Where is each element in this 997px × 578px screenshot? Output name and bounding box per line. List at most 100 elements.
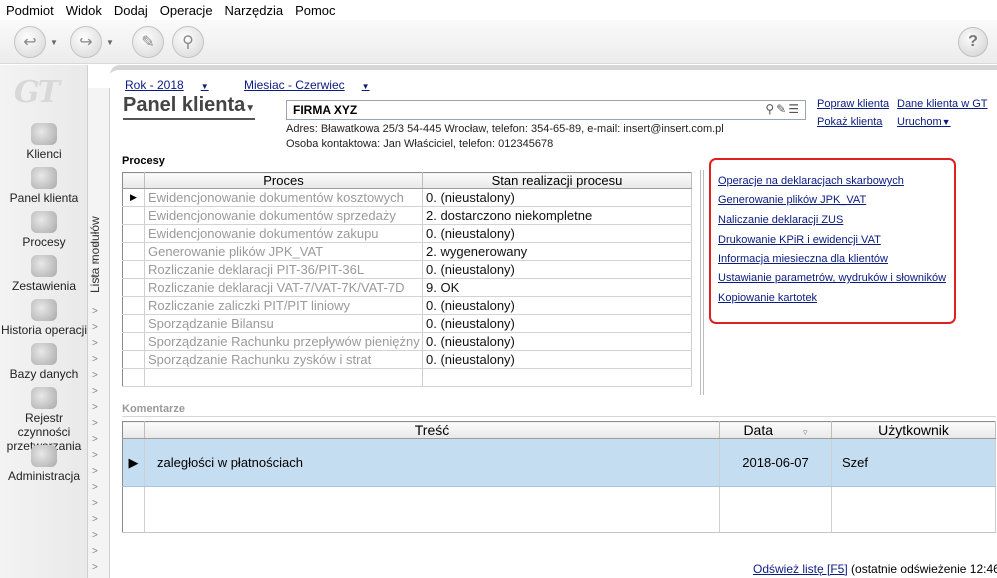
table-row-empty — [122, 368, 692, 387]
chevron-right-icon: > — [92, 322, 98, 333]
sidebar-item-procesy[interactable]: Procesy — [0, 211, 88, 249]
sidebar-item-bazy[interactable]: Bazy danych — [0, 343, 88, 381]
module-list-label: Lista modułów — [88, 216, 102, 293]
operation-link-zus[interactable]: Naliczanie deklaracji ZUS — [718, 214, 843, 226]
back-dropdown-icon[interactable]: ▼ — [50, 38, 58, 47]
processes-label: Procesy — [122, 155, 165, 167]
table-row[interactable]: Rozliczanie deklaracji VAT-7/VAT-7K/VAT-… — [122, 278, 692, 297]
search-user-icon[interactable]: ⚲ — [172, 26, 204, 58]
sidebar-item-historia[interactable]: Historia operacji — [0, 299, 88, 337]
client-name: FIRMA XYZ — [293, 103, 358, 117]
show-client-link[interactable]: Pokaż klienta — [817, 116, 882, 128]
operation-link-deklaracje[interactable]: Operacje na deklaracjach skarbowych — [718, 175, 904, 187]
chevron-down-icon: ▼ — [941, 117, 951, 127]
back-icon[interactable]: ↩ — [14, 26, 46, 58]
chevron-right-icon: > — [92, 434, 98, 445]
column-header-data[interactable]: Data ▿ — [719, 421, 832, 439]
chevron-right-icon: > — [92, 338, 98, 349]
forward-dropdown-icon[interactable]: ▼ — [106, 38, 114, 47]
user-icon — [31, 123, 57, 145]
processes-table: Proces Stan realizacji procesu ▶ Ewidencj… — [122, 172, 692, 387]
chevron-right-icon: > — [92, 354, 98, 365]
sidebar-item-label: Klienci — [26, 147, 62, 161]
chevron-right-icon: > — [92, 498, 98, 509]
table-row[interactable]: Ewidencjonowanie dokumentów zakupu 0. (ni… — [122, 224, 692, 243]
table-row[interactable]: Sporządzanie Rachunku zysków i strat 0. (… — [122, 350, 692, 369]
chevron-right-icon: > — [92, 514, 98, 525]
gt-logo: GT — [14, 75, 60, 110]
sidebar-item-panel-klienta[interactable]: Panel klienta — [0, 167, 88, 205]
chevron-right-icon: > — [92, 450, 98, 461]
run-dropdown[interactable]: Uruchom▼ — [897, 116, 951, 128]
menu-narzedzia[interactable]: Narzędzia — [225, 3, 284, 18]
table-row-empty — [122, 486, 996, 533]
month-dropdown[interactable]: Miesiac - Czerwiec ▼ — [244, 78, 386, 92]
refresh-info: Odśwież listę [F5] (ostatnie odświeżenie… — [753, 562, 997, 576]
sidebar-item-administracja[interactable]: Administracja — [0, 445, 88, 483]
forward-icon[interactable]: ↪ — [70, 26, 102, 58]
module-list-panel[interactable]: > > > Lista modułów > > > > > > > > > > … — [88, 88, 110, 578]
chevron-right-icon: > — [92, 370, 98, 381]
column-header-proces[interactable]: Proces — [144, 172, 423, 189]
menu-dodaj[interactable]: Dodaj — [114, 3, 148, 18]
table-row[interactable]: Ewidencjonowanie dokumentów sprzedaży 2. … — [122, 206, 692, 225]
sidebar-item-label: Administracja — [7, 469, 81, 483]
search-icon[interactable]: ⚲ — [765, 102, 776, 116]
table-row[interactable]: Rozliczanie deklaracji PIT-36/PIT-36L 0. … — [122, 260, 692, 279]
row-selector-icon: ▶ — [122, 438, 145, 487]
client-data-gt-link[interactable]: Dane klienta w GT — [897, 98, 987, 110]
page-title[interactable]: Panel klienta▼ — [123, 94, 256, 120]
period-selector: Rok - 2018 ▼ Miesiac - Czerwiec ▼ — [125, 78, 402, 92]
operation-link-parametry[interactable]: Ustawianie parametrów, wydruków i słowni… — [718, 272, 946, 284]
sidebar-item-label: Bazy danych — [9, 367, 79, 381]
sidebar-item-label: Procesy — [22, 235, 66, 249]
table-row[interactable]: ▶ Ewidencjonowanie dokumentów kosztowych 0… — [122, 188, 692, 207]
chevron-right-icon: > — [92, 482, 98, 493]
menu-widok[interactable]: Widok — [66, 3, 102, 18]
database-icon — [31, 343, 57, 365]
menu-podmiot[interactable]: Podmiot — [6, 3, 54, 18]
edit-icon[interactable]: ✎ — [776, 102, 788, 116]
list-icon[interactable]: ☰ — [788, 102, 801, 116]
client-address: Adres: Bławatkowa 25/3 54-445 Wrocław, t… — [286, 123, 724, 135]
table-row[interactable]: Sporządzanie Bilansu 0. (nieustalony) — [122, 314, 692, 333]
edit-client-link[interactable]: Popraw klienta — [817, 98, 889, 110]
help-icon[interactable]: ? — [958, 27, 988, 57]
register-icon — [31, 387, 57, 409]
menu-pomoc[interactable]: Pomoc — [295, 3, 335, 18]
sidebar-item-rejestr[interactable]: Rejestr czynności przetwarzania — [0, 387, 88, 453]
comments-table: Treść Data ▿ Użytkownik ▶ zaległości w pł… — [122, 421, 996, 533]
chevron-right-icon: > — [92, 562, 98, 573]
chevron-right-icon: > — [92, 386, 98, 397]
column-header-stan[interactable]: Stan realizacji procesu — [422, 172, 692, 189]
chevron-right-icon: > — [92, 466, 98, 477]
sidebar-item-klienci[interactable]: Klienci — [0, 123, 88, 161]
operation-link-kartoteki[interactable]: Kopiowanie kartotek — [718, 292, 817, 304]
operation-link-kpir[interactable]: Drukowanie KPiR i ewidencji VAT — [718, 234, 881, 246]
client-contact: Osoba kontaktowa: Jan Właściciel, telefo… — [286, 138, 554, 150]
sidebar-item-label: Zestawienia — [11, 279, 77, 293]
table-row[interactable]: Generowanie plików JPK_VAT 2. wygenerowan… — [122, 242, 692, 261]
refresh-link[interactable]: Odśwież listę [F5] — [753, 562, 848, 576]
sidebar-item-zestawienia[interactable]: Zestawienia — [0, 255, 88, 293]
chevron-right-icon: > — [92, 530, 98, 541]
operation-link-informacja[interactable]: Informacja miesieczna dla klientów — [718, 253, 888, 265]
brush-icon[interactable]: ✎ — [132, 26, 164, 58]
sidebar-item-label: Panel klienta — [9, 191, 79, 205]
table-row[interactable]: Sporządzanie Rachunku przepływów pienięż… — [122, 332, 692, 351]
menu-operacje[interactable]: Operacje — [160, 3, 213, 18]
table-row[interactable]: ▶ zaległości w płatnościach 2018-06-07 S… — [122, 438, 996, 487]
client-name-field[interactable]: FIRMA XYZ ⚲✎☰ — [286, 100, 806, 120]
operations-panel: Operacje na deklaracjach skarbowych Gene… — [709, 158, 956, 324]
stack-icon — [31, 255, 57, 277]
operation-link-jpk[interactable]: Generowanie plików JPK_VAT — [718, 194, 866, 206]
table-row[interactable]: Rozliczanie zaliczki PIT/PIT liniowy 0. (… — [122, 296, 692, 315]
splitter[interactable] — [700, 170, 704, 395]
row-selector-icon: ▶ — [122, 188, 145, 207]
column-header-tresc[interactable]: Treść — [144, 421, 720, 439]
comments-label: Komentarze — [122, 403, 185, 415]
year-dropdown[interactable]: Rok - 2018 ▼ — [125, 78, 225, 92]
sidebar-item-label: Historia operacji — [0, 323, 88, 337]
chevron-right-icon: > — [92, 418, 98, 429]
column-header-uzytkownik[interactable]: Użytkownik — [831, 421, 996, 439]
